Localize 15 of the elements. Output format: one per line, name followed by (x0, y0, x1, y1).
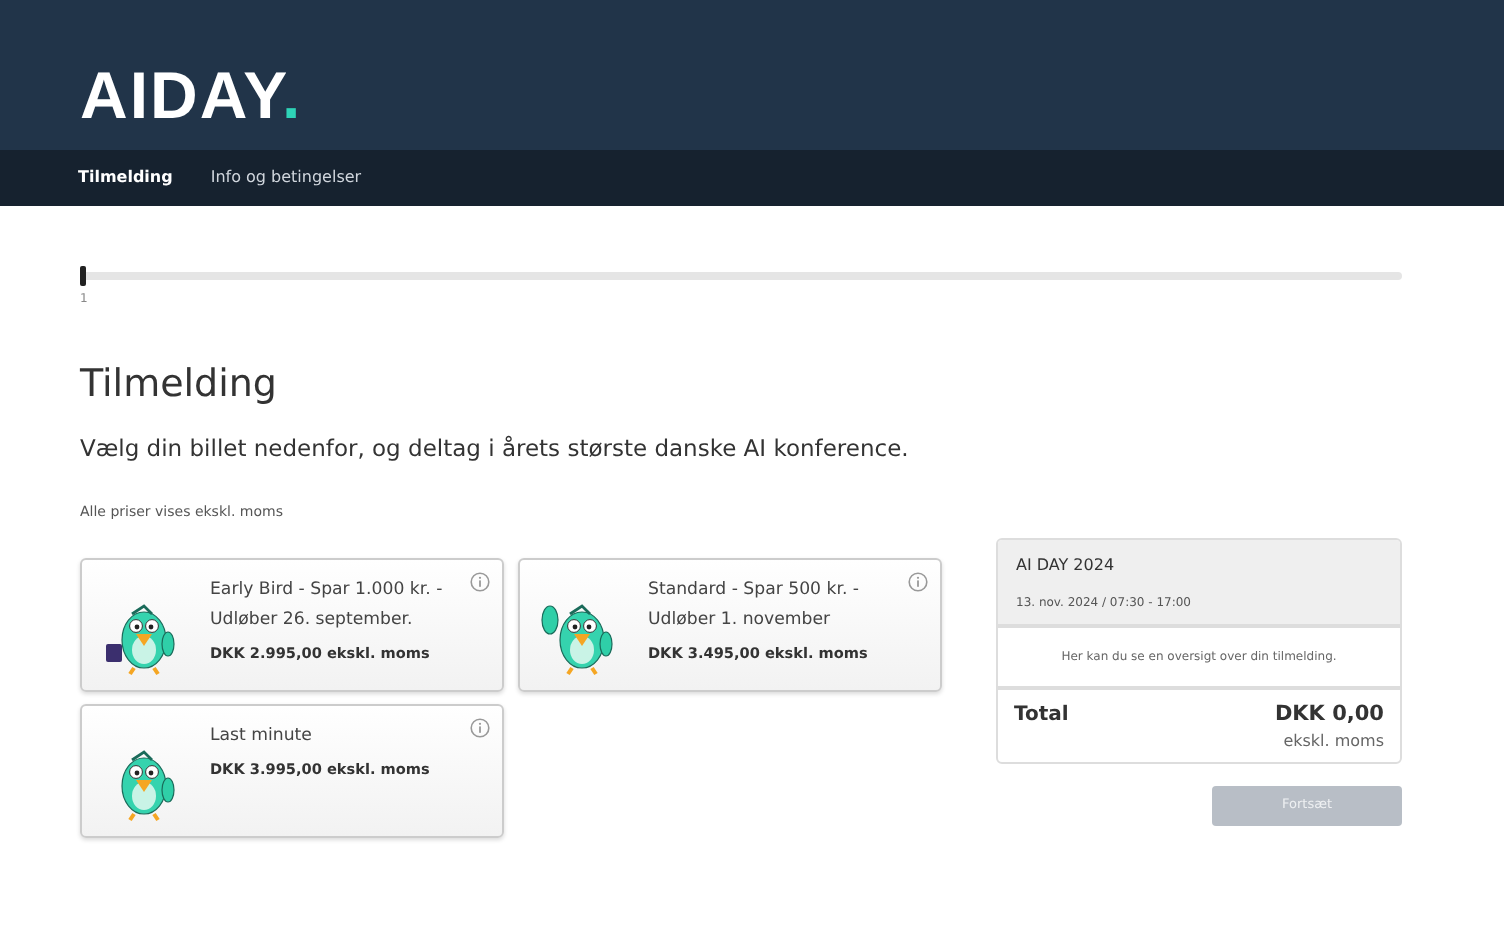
nav-tab[interactable]: Tilmelding (78, 166, 173, 190)
ticket-name: Early Bird - Spar 1.000 kr. - Udløber 26. september. (210, 577, 445, 634)
total-note: ekskl. moms (1281, 730, 1384, 755)
logo: AIDAY. (80, 60, 305, 132)
ticket-name: Standard - Spar 500 kr. - Udløber 1. november (648, 577, 862, 634)
info-icon[interactable] (908, 571, 928, 592)
nav-tab[interactable]: Info og betingelser (210, 166, 362, 190)
event-name: AI DAY 2024 (1016, 553, 1117, 578)
info-icon[interactable] (470, 571, 490, 592)
total-label: Total (1014, 701, 1069, 730)
subtitle: Vælg din billet nedenfor, og deltag i årets største danske AI konference. (80, 431, 911, 466)
info-icon[interactable] (470, 717, 490, 738)
total-amount: DKK 0,00 (1274, 699, 1384, 730)
page-title: Tilmelding (80, 362, 279, 408)
ticket-name: Last minute (210, 723, 314, 750)
